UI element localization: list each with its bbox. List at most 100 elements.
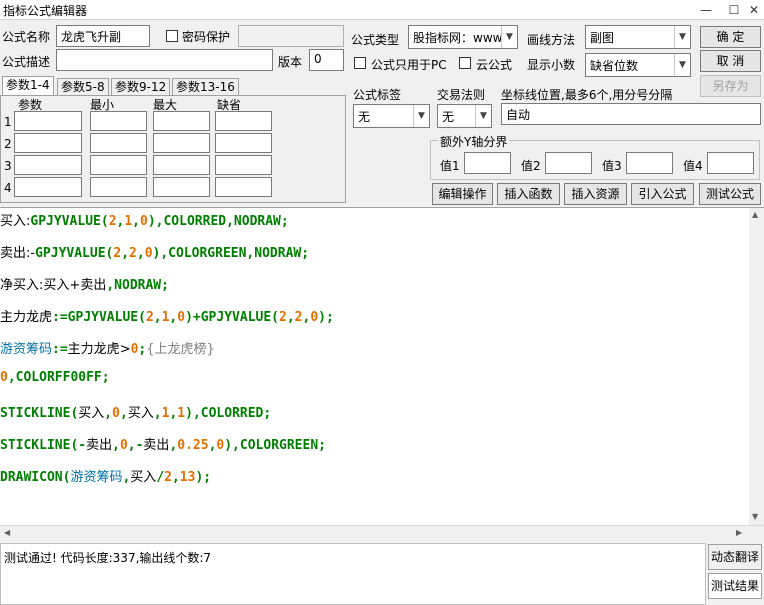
vertical-scrollbar[interactable]: ▲ ▼: [749, 208, 764, 525]
param-row-number: 3: [4, 159, 12, 173]
param-min-input[interactable]: [90, 133, 147, 153]
param-row-number: 4: [4, 181, 12, 195]
pc-only-label: 公式只用于PC: [371, 58, 447, 72]
code-line: 0,COLORFF00FF;: [0, 370, 110, 385]
param-row-number: 2: [4, 137, 12, 151]
scroll-down-icon[interactable]: ▼: [752, 512, 758, 521]
save-as-button[interactable]: 另存为: [700, 75, 761, 97]
decimals-label: 显示小数: [527, 58, 576, 72]
formula-desc-label: 公式描述: [2, 55, 51, 69]
param-default-input[interactable]: [215, 111, 272, 131]
code-editor[interactable]: 买入:GPJYVALUE(2,1,0),COLORRED,NODRAW; 卖出:…: [0, 207, 764, 540]
close-icon[interactable]: ✕: [742, 0, 764, 20]
scroll-left-icon[interactable]: ◀: [4, 528, 10, 537]
dynamic-translate-button[interactable]: 动态翻译: [708, 544, 762, 570]
y-axis-label-1: 值1: [440, 159, 460, 173]
y-axis-label-2: 值2: [521, 159, 541, 173]
decimals-value: 缺省位数: [590, 59, 639, 73]
param-row-number: 1: [4, 115, 12, 129]
axis-position-input[interactable]: 自动: [501, 103, 761, 125]
code-line: STICKLINE(-卖出,0,-卖出,0.25,0),COLORGREEN;: [0, 438, 326, 453]
param-max-input[interactable]: [153, 133, 210, 153]
scroll-right-icon[interactable]: ▶: [736, 528, 742, 537]
password-checkbox[interactable]: [166, 30, 178, 42]
y-axis-input-1[interactable]: [464, 152, 511, 174]
test-result-button[interactable]: 测试结果: [708, 573, 762, 599]
draw-method-label: 画线方法: [527, 33, 576, 47]
formula-type-value: 股指标网：www: [413, 31, 503, 45]
ok-button[interactable]: 确 定: [700, 26, 761, 48]
param-name-input[interactable]: [14, 133, 82, 153]
cloud-checkbox[interactable]: [459, 57, 471, 69]
chevron-down-icon: ▼: [475, 105, 491, 127]
formula-tag-select[interactable]: 无 ▼: [353, 104, 430, 128]
formula-type-select[interactable]: 股指标网：www ▼: [408, 25, 518, 49]
y-axis-input-4[interactable]: [707, 152, 754, 174]
param-default-input[interactable]: [215, 155, 272, 175]
scroll-up-icon[interactable]: ▲: [752, 210, 758, 219]
param-min-input[interactable]: [90, 111, 147, 131]
code-line: 游资筹码:=主力龙虎>0;{上龙虎榜}: [0, 342, 215, 357]
password-label: 密码保护: [182, 30, 231, 44]
insert-function-button[interactable]: 插入函数: [497, 183, 560, 205]
version-input[interactable]: 0: [309, 49, 344, 71]
param-max-input[interactable]: [153, 111, 210, 131]
params-panel: 参数 最小 最大 缺省 1 2 3 4: [0, 95, 346, 203]
chevron-down-icon: ▼: [501, 26, 517, 48]
decimals-select[interactable]: 缺省位数 ▼: [585, 53, 691, 77]
param-default-input[interactable]: [215, 177, 272, 197]
y-axis-input-2[interactable]: [545, 152, 592, 174]
horizontal-scrollbar[interactable]: ◀ ▶: [0, 525, 764, 540]
y-axis-group-label: 额外Y轴分界: [438, 133, 510, 150]
trade-rule-value: 无: [442, 110, 455, 124]
tab-params-1-4[interactable]: 参数1-4: [2, 76, 54, 96]
version-label: 版本: [278, 55, 303, 69]
status-text: 测试通过! 代码长度:337,输出线个数:7: [4, 551, 212, 565]
param-default-input[interactable]: [215, 133, 272, 153]
param-name-input[interactable]: [14, 177, 82, 197]
tab-params-5-8[interactable]: 参数5-8: [57, 78, 109, 96]
cancel-button[interactable]: 取 消: [700, 50, 761, 72]
import-formula-button[interactable]: 引入公式: [631, 183, 694, 205]
formula-name-input[interactable]: 龙虎飞升副: [56, 25, 150, 47]
param-min-input[interactable]: [90, 155, 147, 175]
status-output: 测试通过! 代码长度:337,输出线个数:7: [0, 543, 706, 605]
param-name-input[interactable]: [14, 155, 82, 175]
formula-tag-value: 无: [358, 110, 371, 124]
formula-desc-input[interactable]: [56, 49, 273, 71]
code-line: STICKLINE(买入,0,买入,1,1),COLORRED;: [0, 406, 272, 421]
formula-name-label: 公式名称: [2, 30, 51, 44]
draw-method-select[interactable]: 副图 ▼: [585, 25, 691, 49]
chevron-down-icon: ▼: [674, 54, 690, 76]
minimize-icon[interactable]: —: [694, 0, 718, 20]
code-line: DRAWICON(游资筹码,买入/2,13);: [0, 470, 212, 485]
window-title: 指标公式编辑器: [3, 4, 88, 18]
trade-rule-label: 交易法则: [437, 88, 486, 102]
code-line: 主力龙虎:=GPJYVALUE(2,1,0)+GPJYVALUE(2,2,0);: [0, 310, 334, 325]
code-line: 净买入:买入+卖出,NODRAW;: [0, 278, 169, 293]
formula-tag-label: 公式标签: [353, 88, 402, 102]
pc-only-checkbox[interactable]: [354, 57, 366, 69]
axis-position-label: 坐标线位置,最多6个,用分号分隔: [501, 88, 673, 102]
y-axis-input-3[interactable]: [626, 152, 673, 174]
tab-params-13-16[interactable]: 参数13-16: [172, 78, 239, 96]
param-max-input[interactable]: [153, 155, 210, 175]
param-name-input[interactable]: [14, 111, 82, 131]
tab-params-9-12[interactable]: 参数9-12: [111, 78, 171, 96]
y-axis-label-3: 值3: [602, 159, 622, 173]
title-bar: 指标公式编辑器 — ☐ ✕: [0, 0, 764, 20]
trade-rule-select[interactable]: 无 ▼: [437, 104, 492, 128]
test-formula-button[interactable]: 测试公式: [699, 183, 761, 205]
cloud-label: 云公式: [476, 58, 513, 72]
formula-type-label: 公式类型: [351, 33, 400, 47]
draw-method-value: 副图: [590, 31, 615, 45]
password-input[interactable]: [238, 25, 344, 47]
edit-operation-button[interactable]: 编辑操作: [432, 183, 493, 205]
insert-resource-button[interactable]: 插入资源: [564, 183, 627, 205]
y-axis-label-4: 值4: [683, 159, 703, 173]
code-line: 卖出:-GPJYVALUE(2,2,0),COLORGREEN,NODRAW;: [0, 246, 310, 261]
chevron-down-icon: ▼: [674, 26, 690, 48]
param-min-input[interactable]: [90, 177, 147, 197]
param-max-input[interactable]: [153, 177, 210, 197]
code-line: 买入:GPJYVALUE(2,1,0),COLORRED,NODRAW;: [0, 214, 289, 229]
